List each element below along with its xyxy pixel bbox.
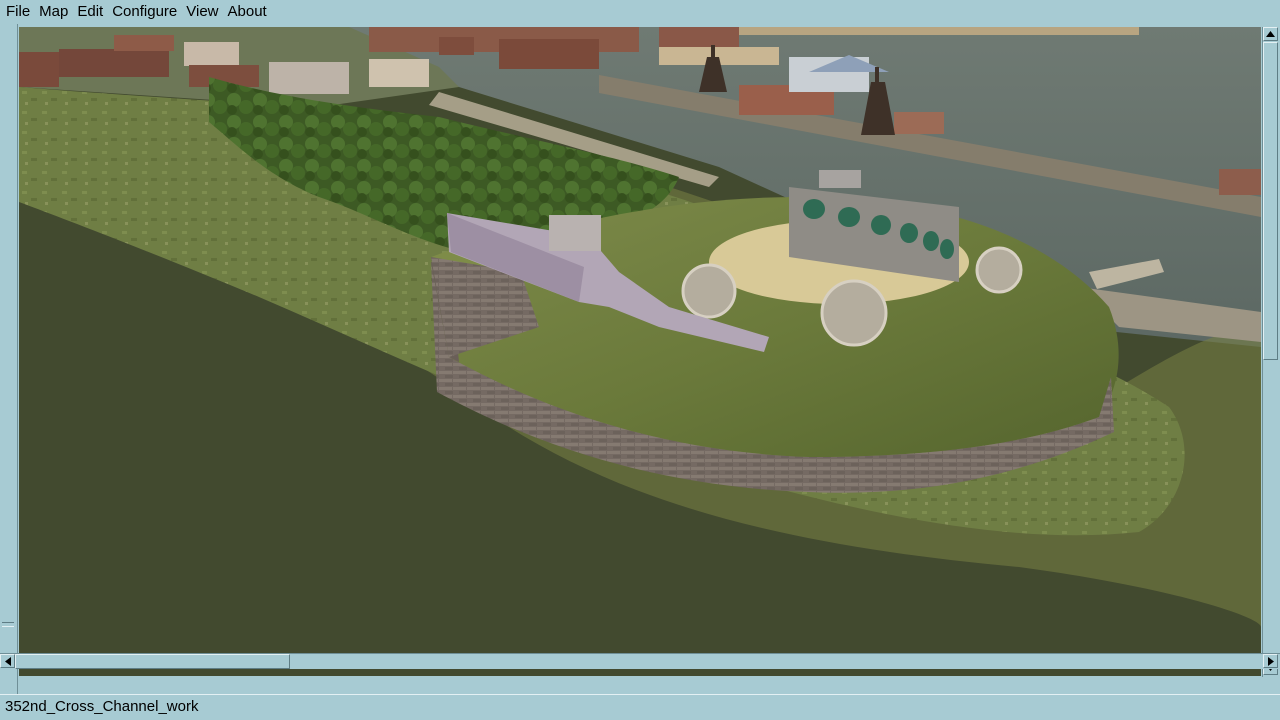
menu-configure[interactable]: Configure — [107, 0, 181, 24]
status-text: 352nd_Cross_Channel_work — [5, 698, 199, 715]
status-bar: 352nd_Cross_Channel_work — [0, 694, 1280, 720]
menu-edit[interactable]: Edit — [72, 0, 107, 24]
horizontal-scrollbar[interactable] — [0, 653, 1280, 669]
app-window: File Map Edit Configure View About 352nd… — [0, 0, 1280, 720]
horizontal-scroll-thumb[interactable] — [15, 654, 290, 669]
fort-scene-render — [19, 27, 1261, 676]
menu-file[interactable]: File — [0, 0, 34, 24]
menu-map[interactable]: Map — [34, 0, 72, 24]
arrow-left-icon[interactable] — [0, 654, 15, 668]
menu-bar: File Map Edit Configure View About — [0, 0, 1280, 24]
viewport-frame — [0, 24, 1280, 694]
vertical-scroll-thumb[interactable] — [1263, 42, 1278, 360]
arrow-right-icon[interactable] — [1263, 654, 1278, 668]
panel-resize-handle[interactable] — [2, 622, 14, 627]
left-panel-strip — [0, 24, 18, 694]
menu-view[interactable]: View — [181, 0, 222, 24]
arrow-up-icon[interactable] — [1263, 27, 1278, 41]
menu-about[interactable]: About — [223, 0, 271, 24]
3d-viewport[interactable] — [19, 27, 1261, 676]
vertical-scrollbar[interactable] — [1262, 27, 1278, 677]
